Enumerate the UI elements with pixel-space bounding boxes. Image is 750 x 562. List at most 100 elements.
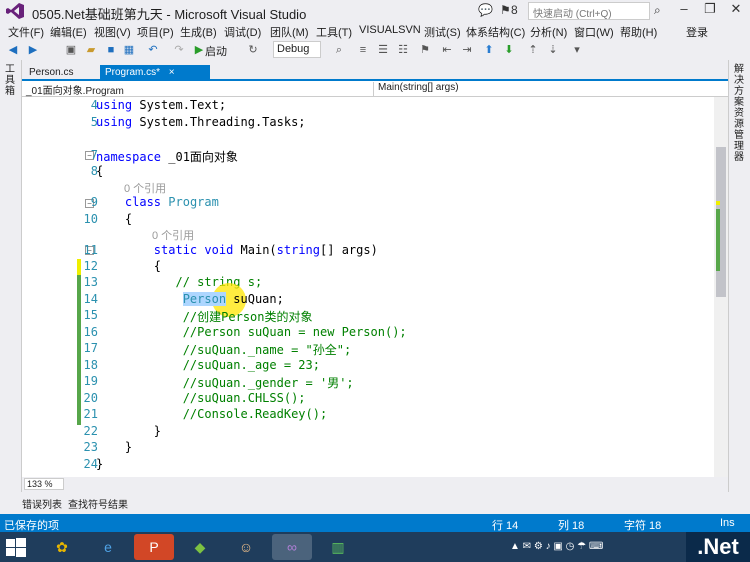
- toolbox-panel[interactable]: 工具箱: [0, 60, 22, 492]
- svn-show-icon[interactable]: ⇣: [546, 43, 560, 57]
- prev-bookmark-icon[interactable]: ⇤: [440, 43, 454, 57]
- toolbar-overflow-icon[interactable]: ▾: [570, 43, 584, 57]
- menu-window[interactable]: 窗口(W): [574, 24, 614, 40]
- restore-button[interactable]: ❐: [698, 1, 722, 19]
- line-number: 23: [83, 440, 98, 454]
- photo-gallery-icon[interactable]: ✿: [42, 534, 82, 560]
- attach-icon[interactable]: ↻: [246, 43, 260, 57]
- code-line[interactable]: namespace _01面向对象: [96, 148, 238, 165]
- recorder-icon[interactable]: ◆: [180, 534, 220, 560]
- menu-architecture[interactable]: 体系结构(C): [466, 24, 525, 40]
- save-icon[interactable]: ■: [104, 43, 118, 57]
- tab-program-cs[interactable]: Program.cs* ×: [100, 65, 210, 80]
- search-icon[interactable]: ⌕: [654, 3, 661, 18]
- member-select[interactable]: Main(string[] args): [374, 82, 728, 96]
- code-line[interactable]: //Person suQuan = new Person();: [96, 325, 407, 339]
- close-tab-icon[interactable]: ×: [169, 67, 175, 78]
- windows-start-icon[interactable]: [6, 538, 26, 558]
- line-number: 21: [83, 407, 98, 421]
- sign-in-link[interactable]: 登录: [686, 24, 708, 40]
- code-line[interactable]: }: [96, 424, 161, 438]
- menu-test[interactable]: 测试(S): [424, 24, 461, 40]
- next-bookmark-icon[interactable]: ⇥: [460, 43, 474, 57]
- line-number: 4: [90, 98, 98, 112]
- svn-commit-icon[interactable]: ⬆: [482, 43, 496, 57]
- menu-project[interactable]: 项目(P): [137, 24, 174, 40]
- redo-icon[interactable]: ↷: [172, 43, 186, 57]
- svn-log-icon[interactable]: ⇡: [526, 43, 540, 57]
- code-line[interactable]: {: [96, 164, 103, 178]
- class-select[interactable]: _01面向对象.Program: [22, 82, 374, 97]
- configuration-select[interactable]: Debug: [273, 41, 321, 58]
- minimize-button[interactable]: –: [672, 1, 696, 19]
- toolbox-label: 工具箱: [5, 64, 15, 97]
- code-line[interactable]: }: [96, 457, 103, 471]
- menu-help[interactable]: 帮助(H): [620, 24, 657, 40]
- menu-visualsvn[interactable]: VISUALSVN: [359, 24, 421, 36]
- menu-team[interactable]: 团队(M): [270, 24, 309, 40]
- code-line[interactable]: //suQuan._gender = '男';: [96, 374, 354, 391]
- code-line[interactable]: //suQuan._age = 23;: [96, 358, 320, 372]
- code-line[interactable]: Person suQuan;: [96, 292, 284, 306]
- save-all-icon[interactable]: ▦: [122, 43, 136, 57]
- solution-explorer-panel[interactable]: 解决方案资源管理器: [728, 60, 750, 492]
- menu-build[interactable]: 生成(B): [180, 24, 217, 40]
- code-line[interactable]: //suQuan.CHLSS();: [96, 391, 306, 405]
- vertical-scrollbar[interactable]: [714, 97, 728, 477]
- tab-person-cs[interactable]: Person.cs: [24, 65, 102, 80]
- code-line[interactable]: //suQuan._name = "孙全";: [96, 341, 352, 358]
- tab-find-symbol-results[interactable]: 查找符号结果: [68, 496, 128, 511]
- chart-app-icon[interactable]: ▥: [318, 534, 358, 560]
- code-line[interactable]: using System.Text;: [96, 98, 226, 112]
- users-icon[interactable]: ☺: [226, 534, 266, 560]
- find-icon[interactable]: ⌕: [332, 43, 346, 57]
- document-tabs: Person.cs Program.cs* ×: [22, 64, 728, 81]
- zoom-select[interactable]: 133 %: [24, 478, 64, 490]
- visual-studio-task-icon[interactable]: ∞: [272, 534, 312, 560]
- line-number: 22: [83, 424, 98, 438]
- open-file-icon[interactable]: ▰: [84, 43, 98, 57]
- internet-explorer-icon[interactable]: e: [88, 534, 128, 560]
- comment-icon[interactable]: ☰: [376, 43, 390, 57]
- notification-count[interactable]: 8: [511, 3, 518, 17]
- status-line: 行 14: [492, 520, 519, 532]
- code-line[interactable]: static void Main(string[] args): [96, 243, 378, 257]
- tab-error-list[interactable]: 错误列表: [22, 496, 62, 511]
- menu-edit[interactable]: 编辑(E): [50, 24, 87, 40]
- powerpoint-icon[interactable]: P: [134, 534, 174, 560]
- code-line[interactable]: using System.Threading.Tasks;: [96, 115, 306, 129]
- close-button[interactable]: ✕: [724, 1, 748, 19]
- bookmark-icon[interactable]: ⚑: [418, 43, 432, 57]
- code-line[interactable]: }: [96, 440, 132, 454]
- menu-file[interactable]: 文件(F): [8, 24, 44, 40]
- visual-studio-logo-icon: [6, 3, 24, 19]
- menu-tools[interactable]: 工具(T): [316, 24, 352, 40]
- line-number: 17: [83, 341, 98, 355]
- reference-count[interactable]: 0 个引用: [152, 227, 194, 243]
- forward-icon[interactable]: ▶: [26, 43, 40, 57]
- code-editor[interactable]: 4 using System.Text; 5 using System.Thre…: [22, 97, 714, 477]
- format-icon[interactable]: ≡: [356, 43, 370, 57]
- menu-debug[interactable]: 调试(D): [224, 24, 261, 40]
- status-column: 列 18: [558, 520, 585, 532]
- code-line[interactable]: {: [96, 212, 132, 226]
- uncomment-icon[interactable]: ☷: [396, 43, 410, 57]
- code-line[interactable]: {: [96, 259, 161, 273]
- system-tray[interactable]: ▲ ✉ ⚙ ♪ ▣ ◷ ☂ ⌨: [510, 541, 603, 552]
- menu-analyze[interactable]: 分析(N): [530, 24, 567, 40]
- start-button[interactable]: 启动: [205, 43, 227, 59]
- notification-icon[interactable]: ⚑: [500, 3, 511, 17]
- code-line[interactable]: class Program: [96, 195, 219, 209]
- line-number: 19: [83, 374, 98, 388]
- feedback-icon[interactable]: 💬: [478, 3, 493, 17]
- code-line[interactable]: //Console.ReadKey();: [96, 407, 328, 421]
- svn-update-icon[interactable]: ⬇: [502, 43, 516, 57]
- menu-view[interactable]: 视图(V): [94, 24, 131, 40]
- undo-icon[interactable]: ↶: [146, 43, 160, 57]
- quick-launch-input[interactable]: 快速启动 (Ctrl+Q): [528, 2, 650, 20]
- code-line[interactable]: //创建Person类的对象: [96, 308, 313, 325]
- start-icon[interactable]: ▶: [192, 43, 206, 57]
- new-project-icon[interactable]: ▣: [64, 43, 78, 57]
- reference-count[interactable]: 0 个引用: [124, 180, 166, 196]
- back-icon[interactable]: ◀: [6, 43, 20, 57]
